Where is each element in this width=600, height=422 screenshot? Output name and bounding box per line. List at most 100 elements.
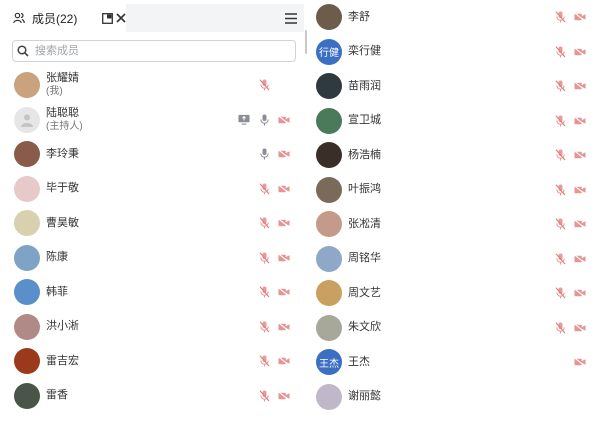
member-name: 谢丽懿 xyxy=(348,390,381,403)
member-status-icons xyxy=(258,68,290,103)
mic-muted-icon[interactable] xyxy=(554,287,566,299)
member-row[interactable]: 毕于敬 xyxy=(6,172,304,207)
camera-off-icon[interactable] xyxy=(278,183,290,195)
mic-muted-icon[interactable] xyxy=(258,286,270,298)
camera-off-icon[interactable] xyxy=(278,355,290,367)
camera-off-icon[interactable] xyxy=(574,46,586,58)
member-row[interactable]: 王杰 王杰 xyxy=(308,345,594,380)
camera-off-icon[interactable] xyxy=(574,287,586,299)
member-status-icons xyxy=(258,344,290,379)
screen-share-icon[interactable] xyxy=(238,114,250,126)
mic-muted-icon[interactable] xyxy=(258,390,270,402)
member-row[interactable]: 张凇清 xyxy=(308,207,594,242)
member-row[interactable]: 洪小淅 xyxy=(6,310,304,345)
menu-icon[interactable] xyxy=(284,11,298,25)
mic-muted-icon[interactable] xyxy=(554,322,566,334)
member-row[interactable]: 谢丽懿 xyxy=(308,380,594,415)
member-row[interactable]: 李舒 xyxy=(308,0,594,35)
member-name-block: 朱文欣 xyxy=(348,321,381,334)
scrollbar[interactable] xyxy=(305,30,307,54)
member-row[interactable]: 陈康 xyxy=(6,241,304,276)
member-name-block: 谢丽懿 xyxy=(348,390,381,403)
member-name: 雷香 xyxy=(46,389,68,402)
member-row[interactable]: 曹昊敏 xyxy=(6,206,304,241)
avatar xyxy=(316,73,342,100)
member-name-block: 洪小淅 xyxy=(46,320,79,333)
member-row[interactable]: 朱文欣 xyxy=(308,311,594,346)
mic-muted-icon[interactable] xyxy=(258,252,270,264)
member-row[interactable]: 李玲秉 xyxy=(6,137,304,172)
avatar xyxy=(14,141,40,168)
avatar xyxy=(316,383,342,410)
popout-icon[interactable] xyxy=(100,11,114,25)
camera-off-icon[interactable] xyxy=(574,322,586,334)
camera-off-icon[interactable] xyxy=(278,114,290,126)
member-name: 叶振鸿 xyxy=(348,183,381,196)
camera-off-icon[interactable] xyxy=(278,217,290,229)
member-name-block: 李舒 xyxy=(348,11,370,24)
member-name: 韩菲 xyxy=(46,285,68,298)
camera-off-icon[interactable] xyxy=(574,356,586,368)
avatar xyxy=(316,176,342,203)
close-icon[interactable] xyxy=(114,11,128,25)
mic-muted-icon[interactable] xyxy=(554,149,566,161)
camera-off-icon[interactable] xyxy=(574,11,586,23)
search-box[interactable] xyxy=(12,40,296,62)
member-name: 宣卫城 xyxy=(348,114,381,127)
avatar: 行健 xyxy=(316,38,342,65)
mic-muted-icon[interactable] xyxy=(554,115,566,127)
member-name: 雷吉宏 xyxy=(46,354,79,367)
camera-off-icon[interactable] xyxy=(278,148,290,160)
camera-off-icon[interactable] xyxy=(278,286,290,298)
camera-off-icon[interactable] xyxy=(574,184,586,196)
mic-muted-icon[interactable] xyxy=(554,253,566,265)
avatar xyxy=(14,210,40,237)
mic-icon[interactable] xyxy=(258,114,270,126)
member-row[interactable]: 陆聪聪 (主持人) xyxy=(6,103,304,138)
mic-muted-icon[interactable] xyxy=(554,11,566,23)
camera-off-icon[interactable] xyxy=(278,321,290,333)
member-name: 王杰 xyxy=(348,355,370,368)
camera-off-icon[interactable] xyxy=(574,80,586,92)
member-status-icons xyxy=(554,173,586,208)
mic-muted-icon[interactable] xyxy=(554,46,566,58)
search-icon xyxy=(13,45,33,57)
member-row[interactable]: 周文艺 xyxy=(308,276,594,311)
mic-muted-icon[interactable] xyxy=(554,218,566,230)
mic-muted-icon[interactable] xyxy=(554,80,566,92)
avatar xyxy=(14,72,40,99)
camera-off-icon[interactable] xyxy=(278,390,290,402)
member-status-icons xyxy=(258,379,290,414)
mic-muted-icon[interactable] xyxy=(258,355,270,367)
avatar xyxy=(14,382,40,409)
member-row[interactable]: 雷吉宏 xyxy=(6,344,304,379)
mic-muted-icon[interactable] xyxy=(258,321,270,333)
mic-icon[interactable] xyxy=(258,148,270,160)
avatar xyxy=(316,245,342,272)
member-list-left: 张耀婧 (我) 陆聪聪 (主持人) 李玲秉 毕于敬 曹昊敏 陈康韩菲洪小淅雷吉宏雷香 xyxy=(6,68,304,413)
avatar xyxy=(316,314,342,341)
member-status-icons xyxy=(554,311,586,346)
camera-off-icon[interactable] xyxy=(574,218,586,230)
member-row[interactable]: 韩菲 xyxy=(6,275,304,310)
member-row[interactable]: 周铭华 xyxy=(308,242,594,277)
member-row[interactable]: 张耀婧 (我) xyxy=(6,68,304,103)
mic-muted-icon[interactable] xyxy=(258,79,270,91)
avatar xyxy=(14,106,40,133)
member-row[interactable]: 宣卫城 xyxy=(308,104,594,139)
member-row[interactable]: 叶振鸿 xyxy=(308,173,594,208)
mic-muted-icon[interactable] xyxy=(258,183,270,195)
mic-muted-icon[interactable] xyxy=(554,184,566,196)
camera-off-icon[interactable] xyxy=(574,115,586,127)
camera-off-icon[interactable] xyxy=(574,149,586,161)
search-input[interactable] xyxy=(33,44,295,58)
camera-off-icon[interactable] xyxy=(278,252,290,264)
member-status-icons xyxy=(574,345,586,380)
mic-muted-icon[interactable] xyxy=(258,217,270,229)
member-row[interactable]: 雷香 xyxy=(6,379,304,414)
camera-off-icon[interactable] xyxy=(574,253,586,265)
member-row[interactable]: 行健 栾行健 xyxy=(308,35,594,70)
member-row[interactable]: 杨浩楠 xyxy=(308,138,594,173)
member-row[interactable]: 苗雨润 xyxy=(308,69,594,104)
avatar xyxy=(14,348,40,375)
